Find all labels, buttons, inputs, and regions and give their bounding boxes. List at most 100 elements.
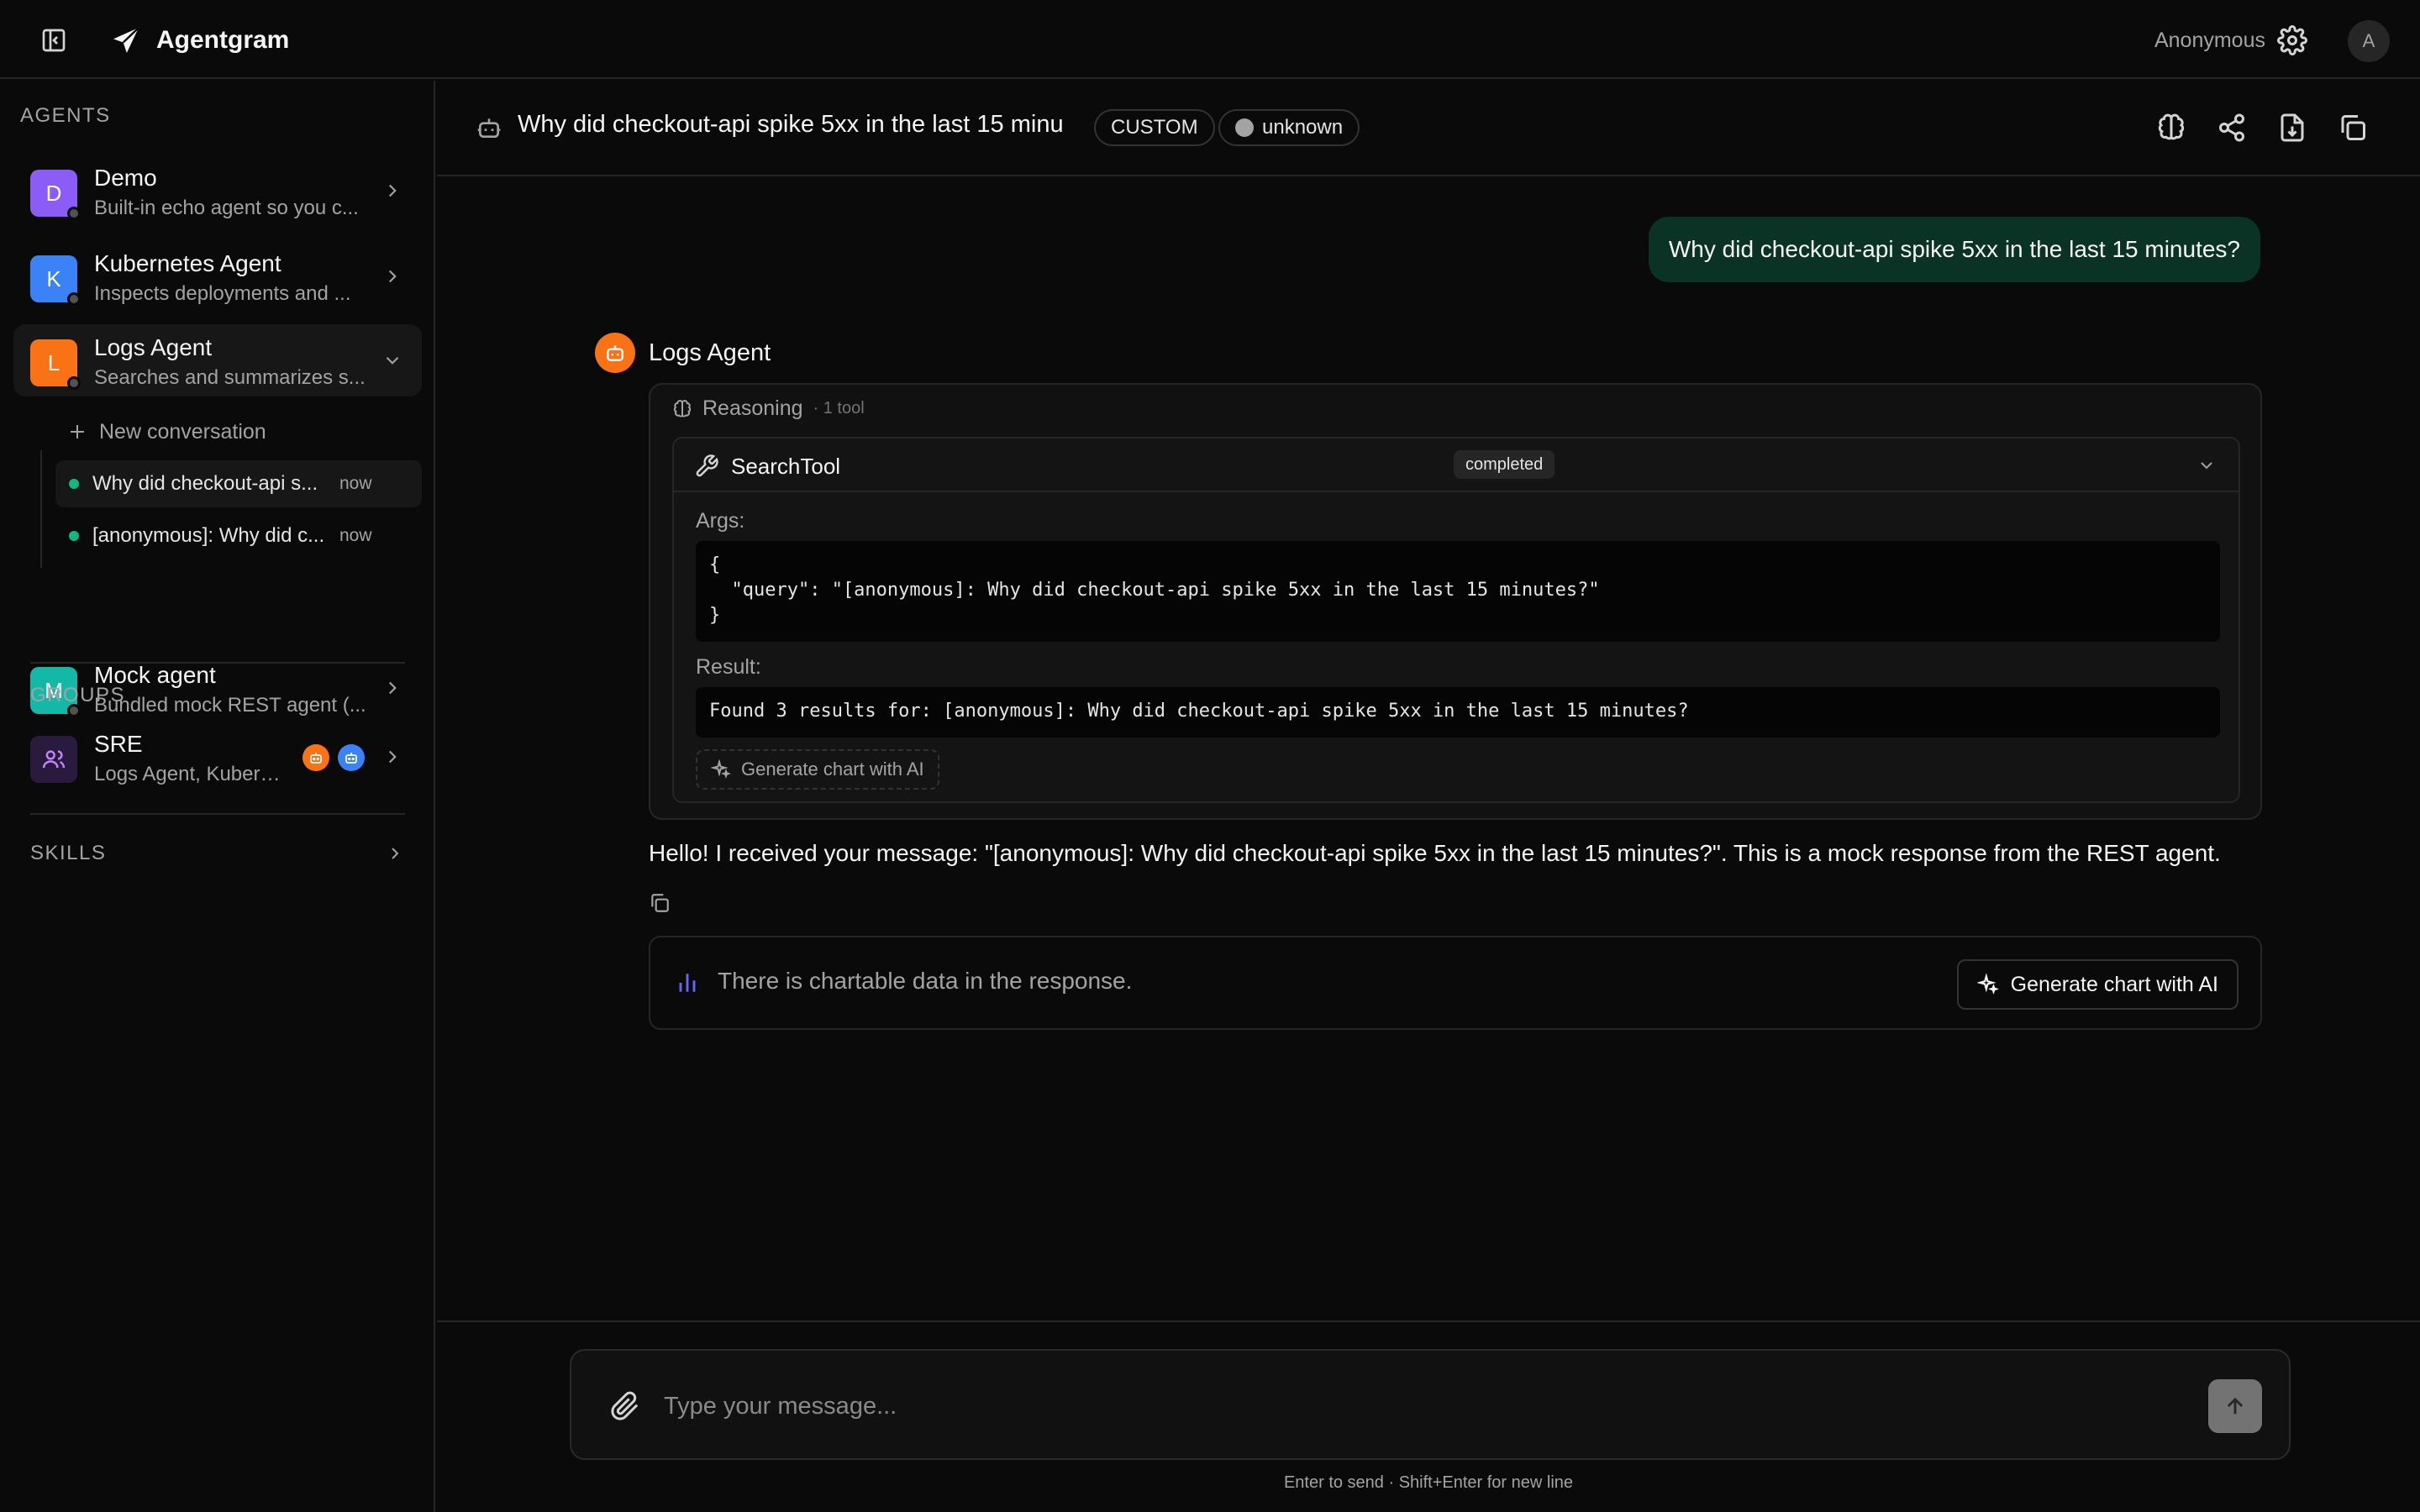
tool-name: SearchTool [731, 454, 841, 479]
agent-description: Built-in echo agent so you c... [94, 197, 359, 219]
brain-icon[interactable] [2156, 113, 2186, 143]
wrench-icon [694, 454, 719, 479]
brain-icon [673, 399, 692, 417]
chevron-down-icon [381, 349, 403, 371]
top-bar: Agentgram Anonymous A [0, 0, 2420, 79]
user-name: Anonymous [2154, 29, 2265, 52]
composer-divider [437, 1320, 2420, 1322]
sparkles-icon [711, 759, 731, 779]
reasoning-panel: Reasoning · 1 tool SearchTool completed … [649, 383, 2262, 820]
tool-call-header[interactable]: SearchTool completed [674, 438, 2238, 492]
bot-icon [302, 744, 329, 771]
agents-section-label: AGENTS [20, 104, 111, 127]
download-file-icon[interactable] [2277, 113, 2307, 143]
generate-chart-button[interactable]: Generate chart with AI [1956, 959, 2238, 1010]
groups-section-label: GROUPS [30, 684, 126, 706]
message-composer [570, 1349, 2291, 1460]
tool-call-card: SearchTool completed Args: { "query": "[… [672, 437, 2240, 803]
sidebar: AGENTS D Demo Built-in echo agent so you… [0, 81, 435, 1512]
generate-chart-small-label: Generate chart with AI [741, 759, 924, 780]
group-member-badges [302, 744, 365, 771]
group-description: Logs Agent, Kubern... [94, 763, 287, 785]
generate-chart-small-button[interactable]: Generate chart with AI [696, 749, 939, 790]
share-icon[interactable] [2217, 113, 2247, 143]
conversation-title: [anonymous]: Why did c... [92, 524, 325, 547]
agent-description: Bundled mock REST agent (... [94, 694, 366, 717]
reasoning-label: Reasoning [702, 396, 803, 420]
sidebar-agent-demo[interactable]: D Demo Built-in echo agent so you c... [13, 155, 422, 227]
agent-status-dot [67, 292, 81, 306]
group-name: SRE [94, 731, 143, 757]
reasoning-tool-count: · 1 tool [813, 399, 865, 417]
chartable-data-panel: There is chartable data in the response.… [649, 936, 2262, 1030]
tool-result-label: Result: [696, 655, 761, 679]
copy-icon[interactable] [649, 892, 671, 914]
status-dot [1235, 118, 1254, 137]
agent-message-header: Logs Agent [595, 333, 771, 373]
conversation-item[interactable]: [anonymous]: Why did c... now [55, 512, 422, 559]
reasoning-header[interactable]: Reasoning · 1 tool [672, 396, 865, 421]
user-avatar[interactable]: A [2348, 20, 2390, 62]
chevron-right-icon [381, 265, 403, 287]
sidebar-agent-logs[interactable]: L Logs Agent Searches and summarizes s..… [13, 324, 422, 396]
skills-section-toggle[interactable]: SKILLS [30, 837, 405, 870]
agent-description: Searches and summarizes s... [94, 366, 366, 389]
status-label: unknown [1262, 116, 1344, 139]
agent-type-badge: CUSTOM [1094, 109, 1215, 146]
sidebar-toggle-icon[interactable] [37, 24, 71, 57]
gear-icon[interactable] [2277, 25, 2307, 55]
divider [30, 662, 405, 664]
chevron-right-icon [381, 746, 403, 768]
agent-status-dot [67, 207, 81, 220]
chartable-data-text: There is chartable data in the response. [718, 968, 1133, 994]
chevron-right-icon [381, 180, 403, 202]
conversation-title: Why did checkout-api s... [92, 472, 318, 495]
message-input[interactable] [664, 1383, 2160, 1430]
sparkles-icon [1976, 974, 1999, 995]
agent-reply-text: Hello! I received your message: "[anonym… [649, 840, 2221, 866]
arrow-up-icon [2227, 1397, 2244, 1415]
conversation-time: now [339, 474, 372, 493]
copy-icon[interactable] [2338, 113, 2368, 143]
agent-name: Logs Agent [94, 334, 213, 360]
page-title: Why did checkout-api spike 5xx in the la… [518, 111, 1064, 138]
brand-name[interactable]: Agentgram [156, 24, 289, 57]
new-conversation-button[interactable]: New conversation [67, 415, 266, 449]
chevron-down-icon[interactable] [2196, 455, 2217, 475]
conversation-header: Why did checkout-api spike 5xx in the la… [437, 81, 2420, 176]
bot-icon [338, 744, 365, 771]
generate-chart-label: Generate chart with AI [2010, 972, 2218, 996]
paper-plane-logo-icon [109, 24, 143, 57]
agent-name: Kubernetes Agent [94, 250, 281, 276]
agent-name: Demo [94, 165, 157, 191]
divider [30, 813, 405, 815]
users-icon [30, 736, 77, 783]
conversation-time: now [339, 526, 372, 545]
send-button[interactable] [2208, 1379, 2262, 1433]
new-conversation-label: New conversation [99, 419, 266, 444]
tool-args-code: { "query": "[anonymous]: Why did checkou… [696, 541, 2220, 642]
tool-result-code: Found 3 results for: [anonymous]: Why di… [696, 687, 2220, 738]
agent-message-name: Logs Agent [649, 339, 771, 366]
sidebar-agent-kubernetes[interactable]: K Kubernetes Agent Inspects deployments … [13, 240, 422, 312]
sidebar-group-sre[interactable]: SRE Logs Agent, Kubern... [13, 721, 422, 793]
skills-section-label: SKILLS [30, 842, 107, 864]
plus-icon [71, 425, 84, 438]
agent-description: Inspects deployments and ... [94, 282, 351, 305]
agent-status-dot [67, 376, 81, 390]
status-badge: unknown [1218, 109, 1360, 146]
conversation-status-dot [69, 531, 79, 541]
app-root: Agentgram Anonymous A AGENTS D Demo Buil… [0, 0, 2420, 1512]
bot-icon [476, 114, 502, 141]
chevron-right-icon [381, 677, 403, 699]
bot-icon [595, 333, 635, 373]
tool-args-label: Args: [696, 509, 745, 533]
main-panel: Why did checkout-api spike 5xx in the la… [437, 81, 2420, 1512]
paperclip-icon[interactable] [610, 1391, 640, 1421]
conversation-tree-line [40, 450, 42, 568]
user-message-bubble: Why did checkout-api spike 5xx in the la… [1648, 217, 2260, 282]
composer-hint: Enter to send · Shift+Enter for new line [1283, 1473, 1574, 1492]
bar-chart-icon [674, 969, 701, 996]
tool-status-badge: completed [1454, 450, 1555, 479]
conversation-item[interactable]: Why did checkout-api s... now [55, 460, 422, 507]
